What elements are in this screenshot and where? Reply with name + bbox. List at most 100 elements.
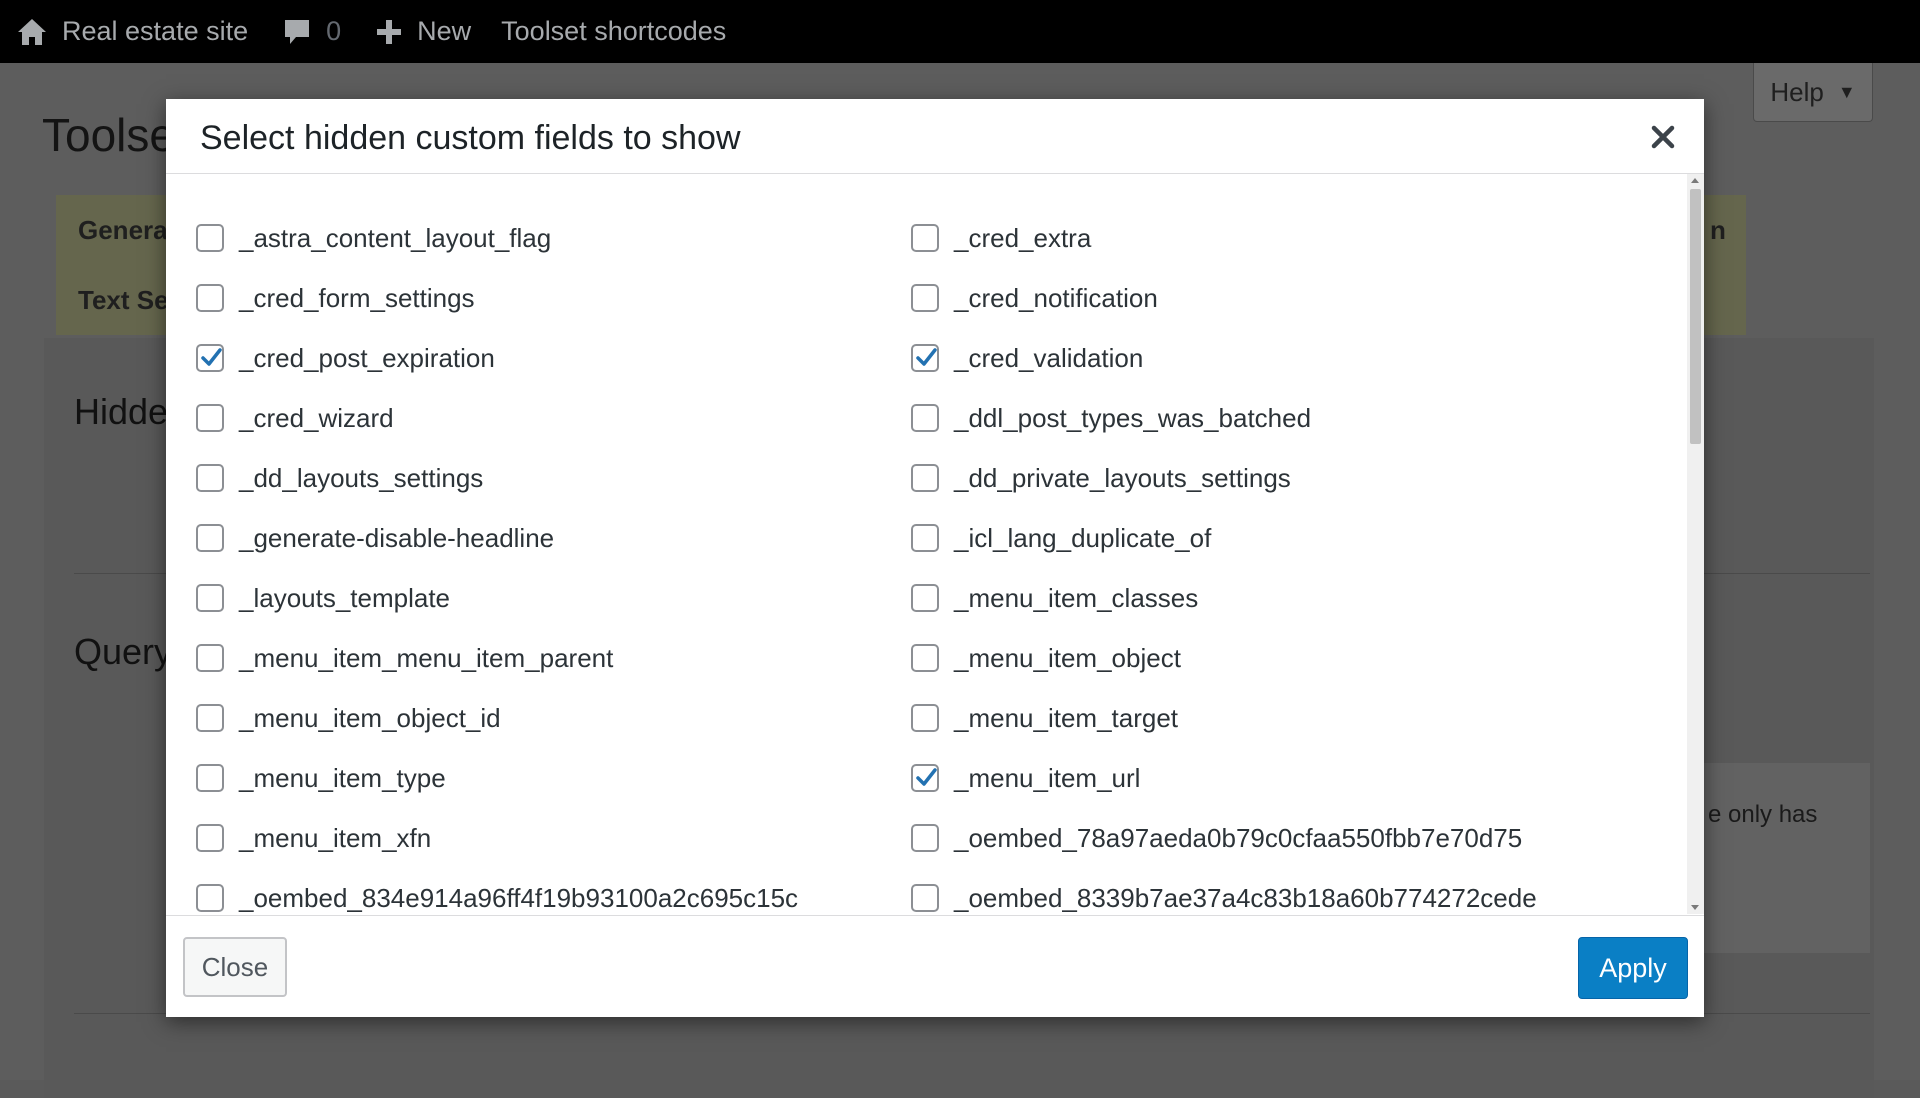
tab-text-settings[interactable]: Text Se [78,285,169,316]
field-option[interactable]: _menu_item_classes [911,568,1626,628]
checkbox[interactable] [196,824,224,852]
checkbox[interactable] [911,524,939,552]
checkmark-icon [201,348,222,366]
field-label: _icl_lang_duplicate_of [954,522,1212,553]
field-option[interactable]: _menu_item_object_id [196,688,911,748]
checkbox[interactable] [911,644,939,672]
field-option[interactable]: _cred_post_expiration [196,328,911,388]
checkbox[interactable] [911,404,939,432]
field-option[interactable]: _cred_wizard [196,388,911,448]
field-option[interactable]: _generate-disable-headline [196,508,911,568]
field-option[interactable]: _cred_form_settings [196,268,911,328]
field-option[interactable]: _oembed_8339b7ae37a4c83b18a60b774272cede [911,868,1626,914]
field-option[interactable]: _cred_notification [911,268,1626,328]
field-option[interactable]: _icl_lang_duplicate_of [911,508,1626,568]
field-label: _menu_item_classes [954,582,1199,613]
scroll-up-icon[interactable] [1691,178,1699,183]
site-name: Real estate site [62,16,249,46]
checkbox[interactable] [196,224,224,252]
field-label: _menu_item_type [239,762,446,793]
dialog-title: Select hidden custom fields to show [200,119,741,157]
checkbox-checked[interactable] [911,764,939,792]
comment-icon [282,17,312,47]
new-content-link[interactable]: New [375,0,471,63]
checkbox-checked[interactable] [911,344,939,372]
tab-general[interactable]: Genera [78,215,168,246]
site-home-link[interactable]: Real estate site [16,0,248,63]
tab-right-fragment[interactable]: n [1710,215,1726,246]
field-option[interactable]: _cred_validation [911,328,1626,388]
scrollbar[interactable] [1687,174,1704,914]
checkbox[interactable] [196,464,224,492]
checkbox[interactable] [911,884,939,912]
field-label: _cred_post_expiration [239,342,495,373]
field-option[interactable]: _menu_item_url [911,748,1626,808]
close-icon[interactable] [1646,120,1680,154]
comments-count: 0 [326,16,342,46]
field-option[interactable]: _cred_extra [911,208,1626,268]
field-label: _menu_item_url [954,762,1141,793]
new-label: New [417,16,472,46]
fields-list: _astra_content_layout_flag _cred_extra _cr… [196,208,1636,914]
checkbox[interactable] [911,704,939,732]
close-button[interactable]: Close [183,937,287,997]
field-option[interactable]: _menu_item_target [911,688,1626,748]
field-label: _oembed_8339b7ae37a4c83b18a60b774272cede [954,882,1537,913]
help-tab[interactable]: Help ▼ [1753,63,1873,122]
field-label: _menu_item_menu_item_parent [239,642,614,673]
scroll-thumb[interactable] [1690,189,1701,444]
apply-button[interactable]: Apply [1578,937,1688,999]
comments-link[interactable]: 0 [282,0,341,63]
field-label: _cred_notification [954,282,1158,313]
field-label: _layouts_template [239,582,451,613]
field-label: _cred_form_settings [239,282,475,313]
checkbox[interactable] [196,764,224,792]
query-heading: Query [74,631,173,672]
field-option[interactable]: _menu_item_menu_item_parent [196,628,911,688]
field-option[interactable]: _oembed_78a97aeda0b79c0cfaa550fbb7e70d75 [911,808,1626,868]
checkbox[interactable] [196,584,224,612]
help-label: Help [1770,76,1824,107]
field-option[interactable]: _menu_item_type [196,748,911,808]
checkbox[interactable] [911,224,939,252]
checkbox[interactable] [196,884,224,912]
scroll-down-icon[interactable] [1691,905,1699,910]
checkbox[interactable] [911,824,939,852]
checkbox[interactable] [196,524,224,552]
toolset-shortcodes-menu[interactable]: Toolset shortcodes [501,0,726,63]
dialog-footer: Close Apply [166,915,1704,1018]
hidden-fields-dialog: Select hidden custom fields to show _ast… [166,99,1704,1017]
field-label: _cred_validation [954,342,1144,373]
field-label: _generate-disable-headline [239,522,555,553]
field-option[interactable]: _dd_layouts_settings [196,448,911,508]
checkbox[interactable] [196,404,224,432]
info-box [1680,763,1870,953]
field-option[interactable]: _oembed_834e914a96ff4f19b93100a2c695c15c [196,868,911,914]
field-option[interactable]: _astra_content_layout_flag [196,208,911,268]
checkmark-icon [916,768,937,786]
field-label: _cred_wizard [239,402,394,433]
checkbox[interactable] [196,704,224,732]
checkbox[interactable] [911,284,939,312]
field-label: _oembed_78a97aeda0b79c0cfaa550fbb7e70d75 [954,822,1523,853]
field-option[interactable]: _menu_item_object [911,628,1626,688]
field-label: _oembed_834e914a96ff4f19b93100a2c695c15c [239,882,799,913]
checkmark-icon [916,348,937,366]
hidden-fields-heading: Hidde [74,391,169,432]
field-label: _menu_item_object_id [239,702,501,733]
admin-bar: Real estate site 0 New Toolset shortcode… [0,0,1920,63]
checkbox[interactable] [196,644,224,672]
field-option[interactable]: _ddl_post_types_was_batched [911,388,1626,448]
field-label: _cred_extra [954,222,1092,253]
field-option[interactable]: _layouts_template [196,568,911,628]
field-label: _ddl_post_types_was_batched [954,402,1312,433]
checkbox-checked[interactable] [196,344,224,372]
checkbox[interactable] [196,284,224,312]
caret-down-icon: ▼ [1837,81,1856,102]
field-option[interactable]: _dd_private_layouts_settings [911,448,1626,508]
home-icon [16,17,48,47]
field-option[interactable]: _menu_item_xfn [196,808,911,868]
info-text: e only has [1708,801,1818,828]
checkbox[interactable] [911,464,939,492]
checkbox[interactable] [911,584,939,612]
